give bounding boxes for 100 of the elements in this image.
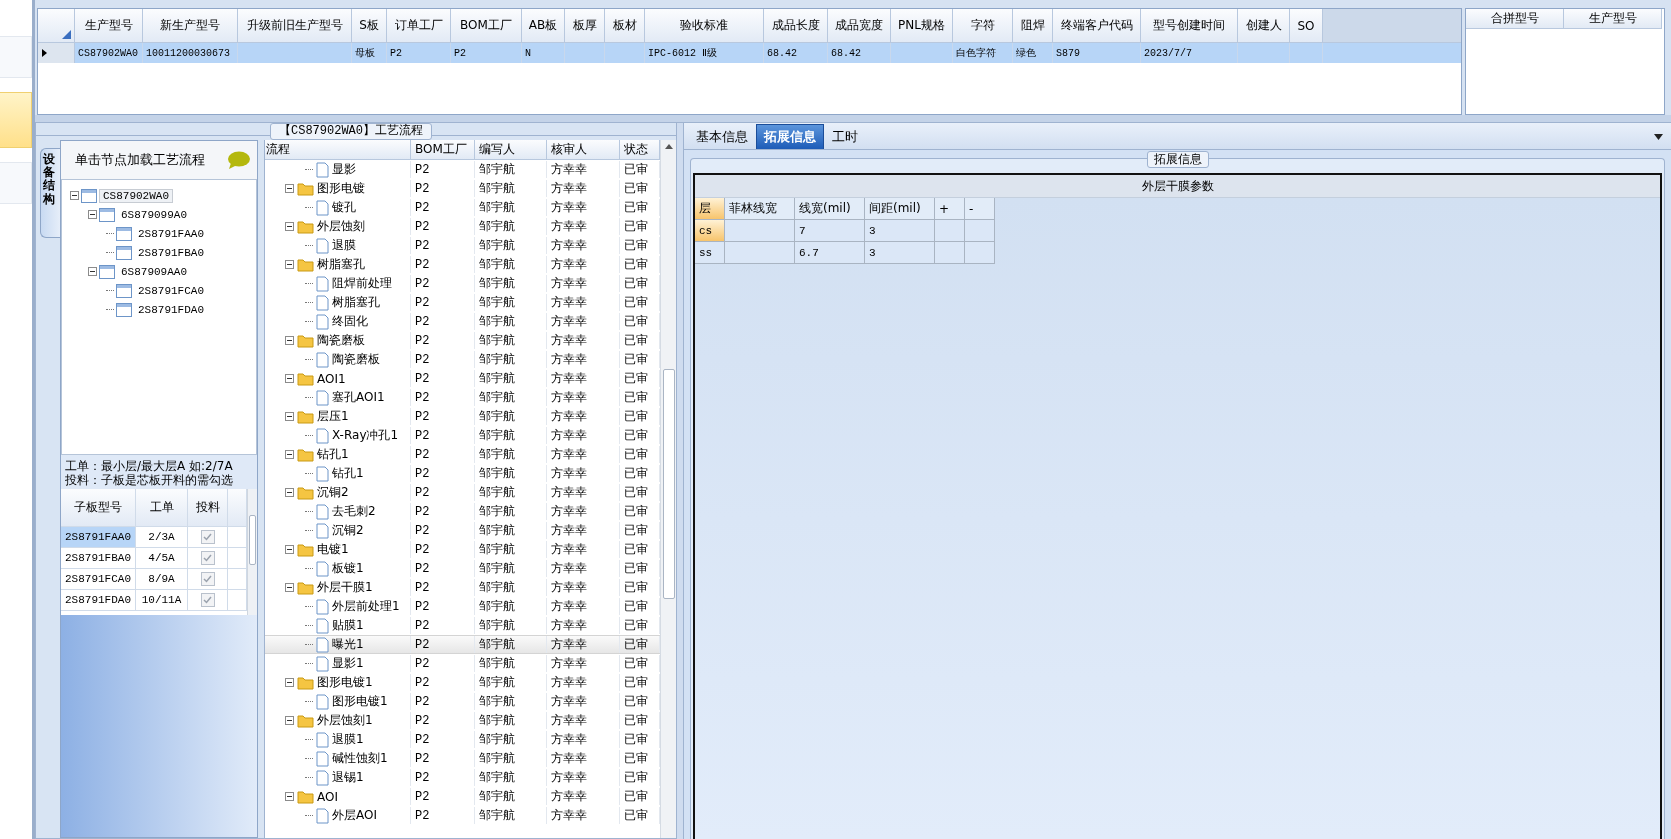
step-name: 退膜1 xyxy=(332,731,364,748)
column-header[interactable]: 流程 xyxy=(265,140,411,159)
collapse-icon[interactable] xyxy=(285,792,294,801)
column-header[interactable]: 订单工厂 xyxy=(387,9,451,43)
collapse-icon[interactable] xyxy=(285,412,294,421)
column-header[interactable]: 型号创建时间 xyxy=(1141,9,1238,43)
reviewer-name: 方幸幸 xyxy=(547,750,620,767)
grid-row[interactable]: CS87902WA0 10011200030673 母板 P2 P2 N IPC-6012 Ⅱ级 68.42 68.42 白色字符 绿色 S879 2023/7/7 xyxy=(38,43,1461,63)
tree-node[interactable]: 6S879099A0 xyxy=(117,207,191,222)
column-header[interactable]: 生产型号 xyxy=(1564,9,1662,29)
folder-icon xyxy=(297,485,314,500)
column-header[interactable]: 升级前旧生产型号 xyxy=(238,9,352,43)
tree-node[interactable]: 2S8791FBA0 xyxy=(134,245,208,260)
document-icon xyxy=(316,731,329,748)
vertical-tab[interactable]: 设备结构 xyxy=(40,148,60,238)
table-cell: 10011200030673 xyxy=(143,43,238,63)
corner-triangle-icon xyxy=(62,30,71,39)
collapse-icon[interactable] xyxy=(285,184,294,193)
tree-node[interactable]: 2S8791FCA0 xyxy=(134,283,208,298)
collapse-icon[interactable] xyxy=(285,545,294,554)
step-name: 树脂塞孔 xyxy=(317,256,365,273)
writer-name: 邹宇航 xyxy=(475,579,547,596)
table-cell[interactable]: 2S8791FDA0 xyxy=(61,590,136,611)
column-header[interactable]: + xyxy=(935,198,965,220)
scroll-up-icon[interactable] xyxy=(664,144,673,149)
column-header[interactable]: 阻焊 xyxy=(1013,9,1053,43)
flow-row[interactable]: 曝光1 P2 邹宇航 方幸幸 已审 xyxy=(265,635,660,654)
column-header[interactable]: 成品长度 xyxy=(764,9,828,43)
column-header[interactable]: 新生产型号 xyxy=(143,9,238,43)
checkbox[interactable] xyxy=(200,551,215,565)
group-title: 【CS87902WA0】工艺流程 xyxy=(270,123,432,140)
column-header[interactable]: - xyxy=(965,198,995,220)
scrollbar[interactable] xyxy=(660,140,676,838)
column-header[interactable]: 终端客户代码 xyxy=(1053,9,1141,43)
tree-node[interactable]: 2S8791FDA0 xyxy=(134,302,208,317)
folder-icon xyxy=(297,789,314,804)
column-header[interactable]: 板材 xyxy=(605,9,645,43)
column-header[interactable]: 菲林线宽 xyxy=(725,198,795,220)
column-header[interactable]: 创建人 xyxy=(1238,9,1290,43)
reviewer-name: 方幸幸 xyxy=(547,465,620,482)
collapse-icon[interactable] xyxy=(285,716,294,725)
tab[interactable]: 拓展信息 xyxy=(756,124,824,149)
column-header[interactable]: 工单 xyxy=(136,489,188,527)
column-header[interactable]: 线宽(mil) xyxy=(795,198,865,220)
collapse-icon[interactable] xyxy=(285,678,294,687)
collapse-icon[interactable] xyxy=(88,210,97,219)
column-header[interactable]: PNL规格 xyxy=(891,9,953,43)
scroll-thumb[interactable] xyxy=(662,369,675,599)
table-cell: S879 xyxy=(1053,43,1141,63)
column-header[interactable]: 板厚 xyxy=(565,9,605,43)
checkbox[interactable] xyxy=(200,530,215,544)
tree-node[interactable]: CS87902WA0 xyxy=(99,188,173,203)
table-cell[interactable]: 2S8791FAA0 xyxy=(61,527,136,548)
table-cell[interactable]: 2S8791FCA0 xyxy=(61,569,136,590)
reviewer-name: 方幸幸 xyxy=(547,503,620,520)
tab[interactable]: 基本信息 xyxy=(688,124,756,149)
tree-node[interactable]: 6S87909AA0 xyxy=(117,264,191,279)
checkbox[interactable] xyxy=(200,572,215,586)
tree-node[interactable]: 2S8791FAA0 xyxy=(134,226,208,241)
scroll-thumb[interactable] xyxy=(249,515,256,565)
column-header[interactable]: 子板型号 xyxy=(61,489,136,527)
collapse-icon[interactable] xyxy=(285,583,294,592)
collapse-icon[interactable] xyxy=(88,267,97,276)
checkbox[interactable] xyxy=(200,593,215,607)
layer-cell[interactable]: ss xyxy=(695,242,725,264)
collapse-icon[interactable] xyxy=(285,336,294,345)
column-header[interactable]: 合拼型号 xyxy=(1466,9,1564,29)
column-header[interactable]: 间距(mil) xyxy=(865,198,935,220)
column-header[interactable]: BOM工厂 xyxy=(451,9,522,43)
collapse-icon[interactable] xyxy=(285,222,294,231)
collapse-icon[interactable] xyxy=(285,450,294,459)
column-header[interactable]: 层 xyxy=(695,198,725,220)
scrollbar[interactable] xyxy=(247,489,257,615)
row-header[interactable] xyxy=(38,43,75,63)
collapse-icon[interactable] xyxy=(285,374,294,383)
column-header[interactable]: SO xyxy=(1290,9,1323,43)
collapse-icon[interactable] xyxy=(70,191,79,200)
writer-name: 邹宇航 xyxy=(475,465,547,482)
dropdown-arrow-icon[interactable] xyxy=(1654,134,1663,140)
column-header[interactable]: 成品宽度 xyxy=(828,9,891,43)
column-header[interactable]: S板 xyxy=(352,9,387,43)
column-header[interactable]: 投料 xyxy=(188,489,228,527)
layer-cell[interactable]: cs xyxy=(695,220,725,242)
writer-name: 邹宇航 xyxy=(475,769,547,786)
column-header[interactable]: 字符 xyxy=(953,9,1013,43)
bom-factory: P2 xyxy=(411,161,475,178)
column-header[interactable]: 核审人 xyxy=(547,140,620,159)
document-icon xyxy=(316,275,329,292)
column-header[interactable]: 验收标准 xyxy=(645,9,764,43)
bom-factory: P2 xyxy=(411,484,475,501)
table-cell[interactable]: 2S8791FBA0 xyxy=(61,548,136,569)
column-header[interactable]: AB板 xyxy=(522,9,565,43)
tab[interactable]: 工时 xyxy=(824,124,866,149)
reviewer-name: 方幸幸 xyxy=(547,731,620,748)
document-icon xyxy=(316,503,329,520)
column-header[interactable]: 编写人 xyxy=(475,140,547,159)
collapse-icon[interactable] xyxy=(285,488,294,497)
collapse-icon[interactable] xyxy=(285,260,294,269)
column-header[interactable]: BOM工厂 xyxy=(411,140,475,159)
column-header[interactable]: 生产型号 xyxy=(75,9,143,43)
